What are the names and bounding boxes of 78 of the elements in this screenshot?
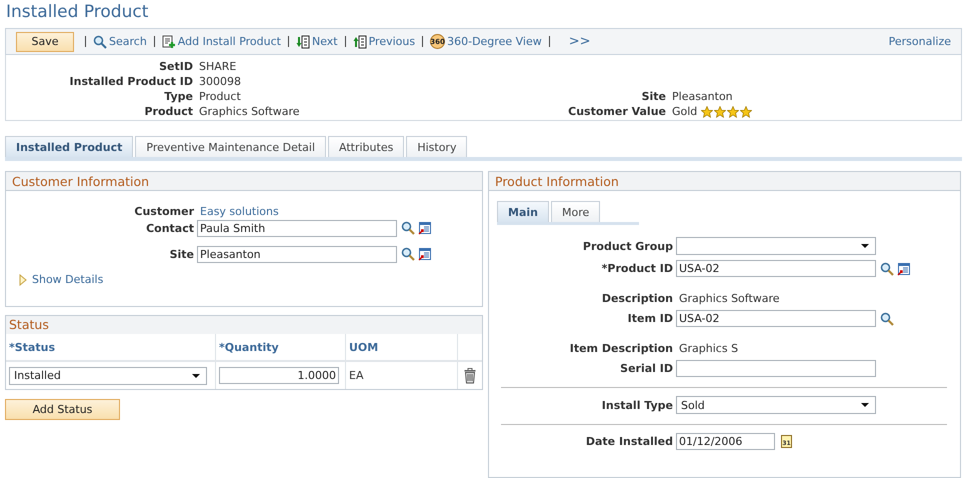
field-value: Graphics Software [199, 105, 301, 118]
field-label: Serial ID [619, 362, 673, 375]
tab[interactable]: History [406, 136, 468, 157]
field-value: SHARE [199, 60, 238, 73]
field-label: Site [168, 248, 194, 260]
column-header: *Status [6, 334, 216, 360]
star-icon [714, 106, 726, 118]
field-label: Item Description [568, 342, 673, 355]
detail-icon[interactable] [418, 221, 432, 235]
toolbar-link[interactable]: Search [93, 34, 147, 48]
field-value: Graphics Software [679, 292, 780, 305]
field-value: Graphics S [679, 342, 738, 355]
field-label: Type [163, 90, 193, 103]
field-value: Gold [672, 105, 698, 118]
field-value: Pleasanton [672, 90, 733, 103]
caret-icon [861, 403, 869, 407]
star-icon [727, 106, 740, 118]
column-header: UOM [346, 334, 458, 360]
search-icon[interactable] [880, 262, 894, 276]
section-title: Customer Information [6, 172, 482, 191]
status-dropdown[interactable]: Installed [9, 366, 207, 384]
detail-icon[interactable] [897, 262, 911, 276]
field-label: Installed Product ID [68, 75, 193, 88]
tab[interactable]: Attributes [328, 136, 404, 157]
add-document-icon [162, 34, 176, 48]
search-icon [93, 34, 107, 48]
input-field[interactable]: Pleasanton [197, 246, 397, 262]
field-label: Product Group [582, 240, 673, 252]
tab[interactable]: Preventive Maintenance Detail [135, 136, 326, 157]
section-title: Status [6, 316, 482, 334]
field-label: Contact [145, 222, 194, 234]
personalize-link[interactable]: Personalize [888, 35, 951, 48]
field-label: SetID [158, 60, 193, 73]
detail-icon[interactable] [418, 247, 432, 261]
column-header: *Quantity [216, 334, 346, 360]
search-icon[interactable] [401, 247, 415, 261]
field-label: Date Installed [584, 435, 673, 448]
page-title: Installed Product [5, 1, 150, 24]
input-field[interactable]: Paula Smith [197, 220, 397, 236]
expand-triangle-icon [19, 274, 27, 286]
toolbar-link[interactable]: Next [296, 34, 338, 48]
save-button[interactable]: Save [16, 32, 74, 52]
field-label: Product [143, 105, 193, 118]
tab[interactable]: Main [497, 201, 549, 222]
field-value: Product [199, 90, 242, 103]
dropdown[interactable]: Sold [676, 396, 876, 414]
search-icon[interactable] [880, 312, 894, 326]
field-label: Description [600, 292, 673, 305]
table-cell: EA [346, 362, 458, 389]
toolbar-link[interactable]: Add Install Product [162, 34, 281, 48]
field-value: 300098 [199, 75, 242, 88]
star-icon [701, 106, 714, 118]
quantity-field[interactable]: 1.0000 [219, 367, 339, 384]
field-label: *Product ID [600, 262, 673, 275]
add-status-button[interactable]: Add Status [5, 399, 120, 420]
tab[interactable]: More [550, 201, 600, 222]
next-icon [296, 34, 310, 48]
previous-icon [352, 34, 367, 48]
caret-icon [861, 244, 869, 248]
input-field[interactable]: USA-02 [676, 310, 876, 327]
toolbar-link[interactable]: Previous [352, 34, 416, 48]
show-details-link[interactable]: Show Details [19, 273, 104, 286]
field-label: Customer [133, 205, 194, 218]
customer-link[interactable]: Easy solutions [200, 205, 279, 218]
search-icon[interactable] [401, 221, 415, 235]
field-label: Site [642, 90, 666, 103]
input-field[interactable] [676, 360, 876, 377]
section-title: Product Information [489, 172, 960, 191]
date-field[interactable]: 01/12/2006 [676, 433, 775, 450]
field-label: Customer Value [568, 105, 666, 118]
field-label: Item ID [626, 312, 673, 325]
caret-icon [192, 374, 200, 378]
tab[interactable]: Installed Product [5, 136, 134, 157]
trash-icon[interactable] [464, 368, 476, 384]
more-link[interactable]: >> [568, 34, 591, 49]
input-field[interactable]: USA-02 [676, 260, 876, 277]
field-label: Install Type [600, 398, 673, 412]
star-icon [740, 106, 752, 118]
